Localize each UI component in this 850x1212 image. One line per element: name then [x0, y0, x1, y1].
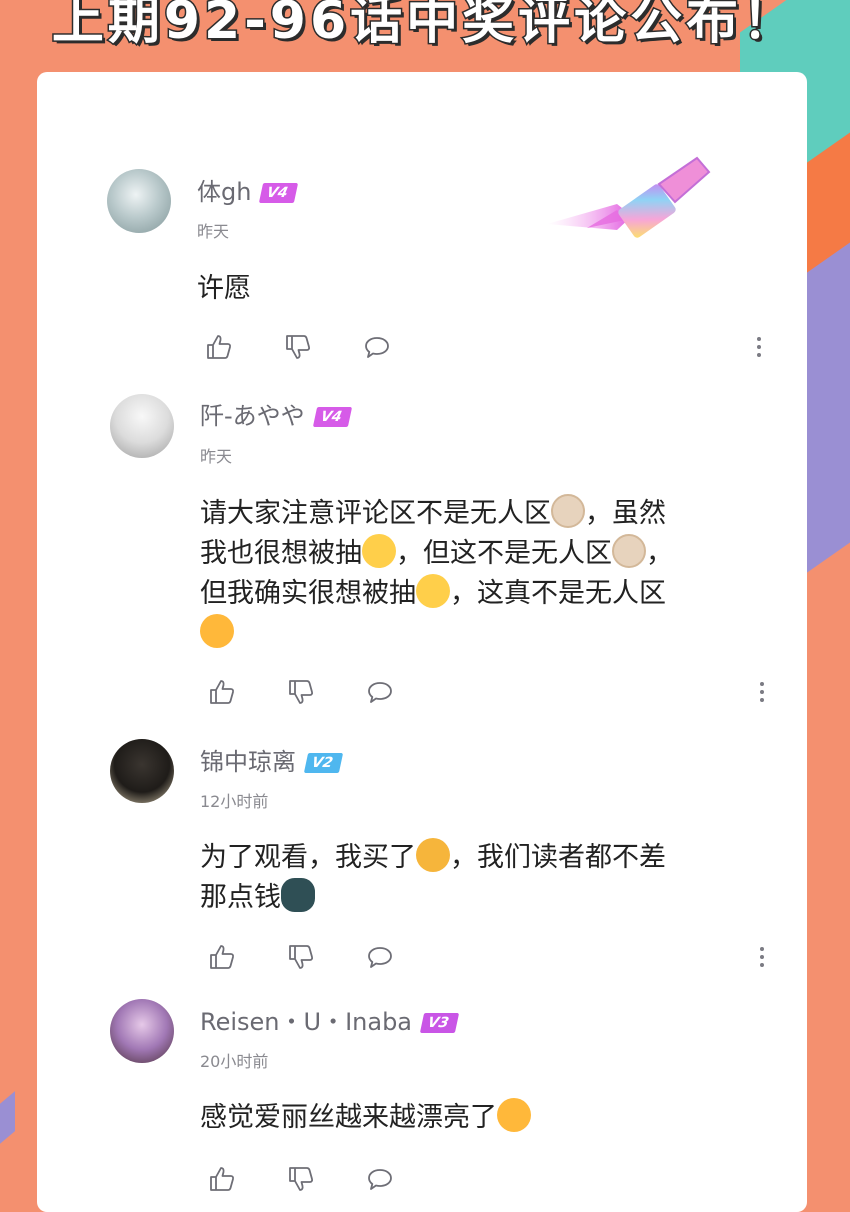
comment-actions: [205, 1162, 765, 1196]
like-button[interactable]: [205, 675, 239, 709]
comment-time: 12小时前: [200, 792, 269, 811]
reply-button[interactable]: [363, 940, 397, 974]
level-badge: V2: [303, 753, 343, 773]
level-badge: V3: [419, 1013, 459, 1033]
paint-brush-icon: [547, 156, 711, 238]
reply-button[interactable]: [363, 675, 397, 709]
user-avatar[interactable]: [110, 394, 174, 458]
chibi-sticker-icon: [281, 878, 315, 912]
comment-time: 20小时前: [200, 1052, 269, 1071]
dog-emoji-icon: [612, 534, 646, 568]
thumbs-down-icon: [286, 335, 311, 359]
username[interactable]: 锦中琼离 V2: [200, 742, 343, 777]
background-purple-corner: [0, 1091, 15, 1169]
level-badge: V4: [312, 407, 352, 427]
heart-eyes-emoji-icon: [497, 1098, 531, 1132]
like-button[interactable]: [202, 330, 236, 364]
comment-time: 昨天: [200, 447, 233, 466]
blush-emoji-icon: [416, 574, 450, 608]
user-avatar[interactable]: [110, 739, 174, 803]
user-avatar[interactable]: [107, 169, 171, 233]
more-options-button[interactable]: [753, 330, 765, 364]
comment-bubble-icon: [365, 337, 389, 358]
thumbs-up-icon: [210, 1167, 235, 1191]
comment-card: 体gh V4 昨天 许愿 阡-あやや V4 昨天 请大家注意评论区不是无人区 ，虽然: [37, 72, 807, 1212]
dog-emoji-icon: [551, 494, 585, 528]
username[interactable]: 体gh V4: [197, 172, 299, 207]
thumbs-down-icon: [289, 945, 314, 969]
cat-rose-emoji-icon: [416, 838, 450, 872]
thumbs-down-icon: [289, 680, 314, 704]
comment-text: 感觉爱丽丝越来越漂亮了: [200, 1098, 740, 1138]
comment-bubble-icon: [368, 1169, 392, 1190]
username[interactable]: Reisen・U・Inaba V3: [200, 1002, 459, 1037]
reply-button[interactable]: [363, 1162, 397, 1196]
like-button[interactable]: [205, 1162, 239, 1196]
thumbs-up-icon: [207, 335, 232, 359]
comment-actions: [205, 940, 765, 974]
comment-actions: [205, 675, 765, 709]
thumbs-up-icon: [210, 680, 235, 704]
dislike-button[interactable]: [284, 1162, 318, 1196]
more-options-button[interactable]: [756, 675, 768, 709]
dislike-button[interactable]: [281, 330, 315, 364]
heart-eyes-emoji-icon: [200, 614, 234, 648]
comment-time: 昨天: [197, 222, 230, 241]
dislike-button[interactable]: [284, 675, 318, 709]
dislike-button[interactable]: [284, 940, 318, 974]
comment-actions: [202, 330, 762, 364]
level-badge: V4: [259, 183, 299, 203]
thumbs-up-icon: [210, 945, 235, 969]
comment-text: 请大家注意评论区不是无人区 ，虽然 我也很想被抽 ，但这不是无人区， 但我确实很想被…: [200, 494, 740, 654]
comment-bubble-icon: [368, 947, 392, 968]
comment-text: 为了观看，我买了 ，我们读者都不差 那点钱: [200, 838, 740, 918]
thumbs-down-icon: [289, 1167, 314, 1191]
comment-text: 许愿: [197, 273, 251, 304]
username[interactable]: 阡-あやや V4: [200, 396, 352, 431]
more-options-button[interactable]: [756, 940, 768, 974]
comment-bubble-icon: [368, 682, 392, 703]
reply-button[interactable]: [360, 330, 394, 364]
user-avatar[interactable]: [110, 999, 174, 1063]
blush-emoji-icon: [362, 534, 396, 568]
like-button[interactable]: [205, 940, 239, 974]
page-banner-title: 上期92-96话中奖评论公布！: [50, 0, 799, 53]
